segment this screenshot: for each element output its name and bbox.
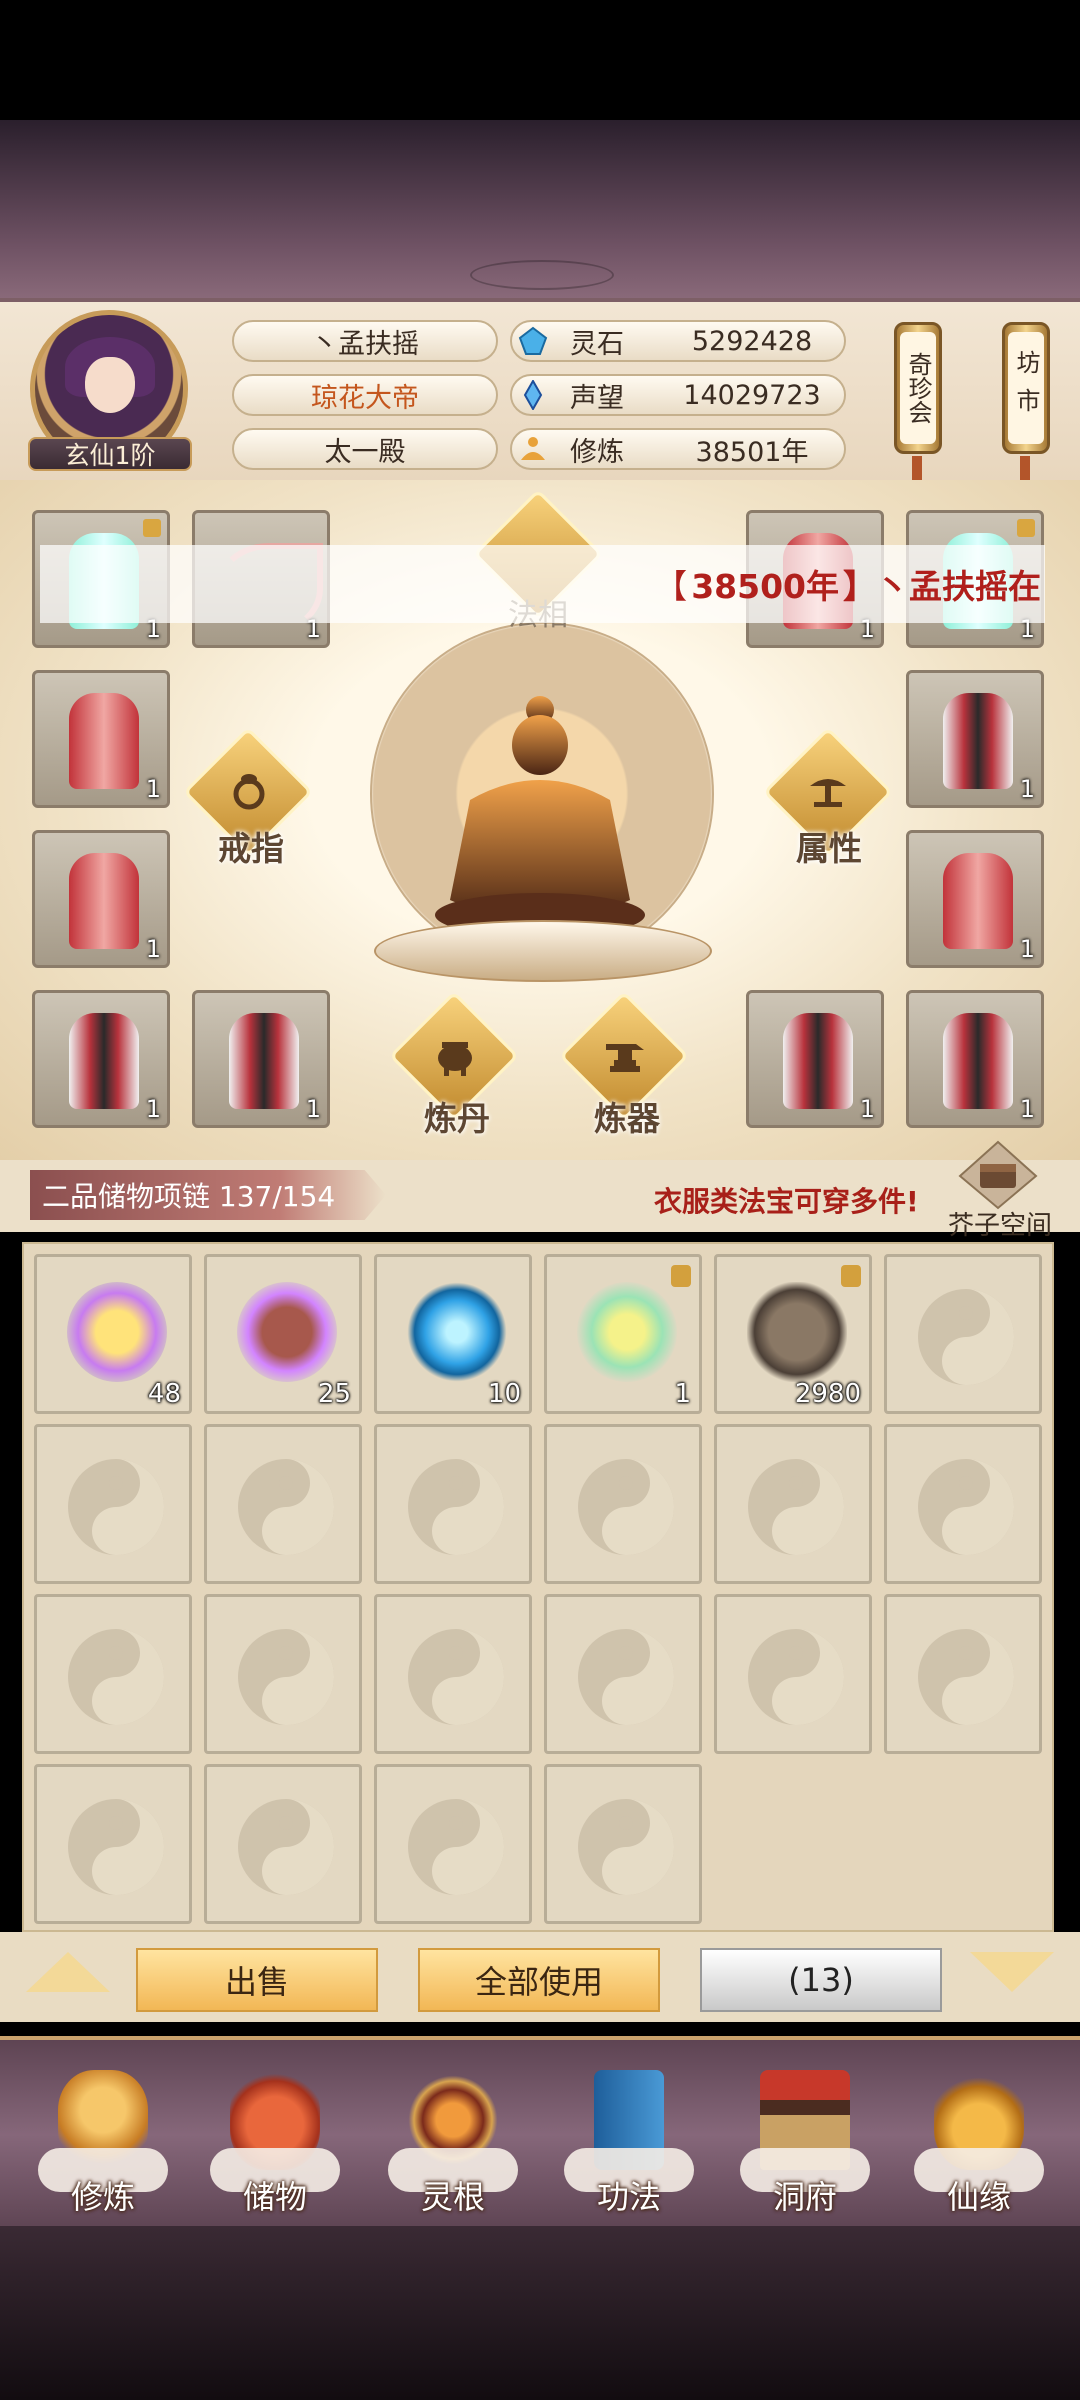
inventory-slot-empty[interactable] (884, 1254, 1042, 1414)
ring-icon (233, 774, 265, 810)
yin-yang-icon (408, 1799, 504, 1895)
yin-yang-icon (918, 1459, 1014, 1555)
equip-slot[interactable]: 1 (32, 990, 170, 1128)
inventory-slot[interactable]: 2980 (714, 1254, 872, 1414)
inventory-slot-empty[interactable] (34, 1424, 192, 1584)
inventory-slot-empty[interactable] (374, 1764, 532, 1924)
yin-yang-icon (578, 1459, 674, 1555)
inventory-slot[interactable]: 48 (34, 1254, 192, 1414)
market-button[interactable]: 坊市 (1002, 322, 1050, 454)
inventory-slot-empty[interactable] (34, 1764, 192, 1924)
equip-slot[interactable]: 1 (746, 990, 884, 1128)
yin-yang-icon (238, 1459, 334, 1555)
yin-yang-icon (408, 1459, 504, 1555)
yin-yang-icon (68, 1799, 164, 1895)
player-title[interactable]: 琼花大帝 (232, 374, 498, 416)
nav-cave-dwelling[interactable]: 洞府 (730, 2060, 880, 2220)
prestige-crystal-icon (523, 380, 543, 410)
resource-spirit-stone: 灵石 5292428 (510, 320, 846, 362)
inventory-slot-empty[interactable] (544, 1424, 702, 1584)
yin-yang-icon (578, 1799, 674, 1895)
equip-slot[interactable]: 1 (906, 990, 1044, 1128)
forge-label: 炼器 (594, 1099, 660, 1138)
nav-storage[interactable]: 储物 (200, 2060, 350, 2220)
yin-yang-icon (238, 1799, 334, 1895)
equip-slot[interactable]: 1 (192, 990, 330, 1128)
use-all-button[interactable]: 全部使用 (418, 1948, 660, 2012)
purple-orb-icon (237, 1282, 337, 1382)
inventory-slot-empty[interactable] (204, 1424, 362, 1584)
inventory-slot-empty[interactable] (714, 1594, 872, 1754)
announcement-marquee: 【 38500年 】丶孟扶摇在 (40, 545, 1045, 623)
inventory-slot-empty[interactable] (374, 1594, 532, 1754)
blue-vortex-orb-icon (407, 1282, 507, 1382)
inventory-slot-empty[interactable] (374, 1424, 532, 1584)
nav-technique[interactable]: 功法 (554, 2060, 704, 2220)
equip-slot[interactable]: 1 (906, 830, 1044, 968)
inventory-slot-empty[interactable] (204, 1594, 362, 1754)
yin-yang-icon (68, 1459, 164, 1555)
bottom-frame (0, 2226, 1080, 2400)
gold-talisman-icon (67, 1282, 167, 1382)
sell-button[interactable]: 出售 (136, 1948, 378, 2012)
player-sect: 太一殿 (232, 428, 498, 470)
attributes-icon (810, 779, 846, 807)
inventory-slot-empty[interactable] (204, 1764, 362, 1924)
scroll-up-arrow-icon[interactable] (26, 1952, 110, 1992)
inventory-slot-empty[interactable] (544, 1594, 702, 1754)
yin-yang-icon (918, 1289, 1014, 1385)
cauldron-icon (438, 1042, 472, 1076)
player-name: 丶孟扶摇 (232, 320, 498, 362)
inventory-slot-empty[interactable] (34, 1594, 192, 1754)
space-label[interactable]: 芥子空间 (948, 1205, 1052, 1242)
inventory-slot[interactable]: 1 (544, 1254, 702, 1414)
meditation-icon (521, 437, 545, 460)
ore-chunk-icon (747, 1282, 847, 1382)
anvil-icon (606, 1044, 644, 1072)
jade-gourd-icon (577, 1282, 677, 1382)
inventory-slot[interactable]: 25 (204, 1254, 362, 1414)
avatar-pedestal (374, 920, 712, 982)
inventory-slot-empty[interactable] (884, 1424, 1042, 1584)
treasure-chest-icon[interactable] (958, 1140, 1038, 1210)
bag-tip: 衣服类法宝可穿多件! (654, 1185, 919, 1218)
equip-slot[interactable]: 1 (32, 670, 170, 808)
yin-yang-icon (578, 1629, 674, 1725)
item-count-button[interactable]: (13) (700, 1948, 942, 2012)
yin-yang-icon (748, 1629, 844, 1725)
inventory-slot[interactable]: 10 (374, 1254, 532, 1414)
yin-yang-icon (748, 1459, 844, 1555)
inventory-slot-empty[interactable] (544, 1764, 702, 1924)
resource-prestige: 声望 14029723 (510, 374, 846, 416)
lock-icon (671, 1265, 691, 1287)
yin-yang-icon (238, 1629, 334, 1725)
attributes-label: 属性 (796, 829, 862, 868)
equip-slot[interactable]: 1 (906, 670, 1044, 808)
lock-icon (841, 1265, 861, 1287)
rank-badge: 玄仙1阶 (28, 437, 192, 471)
nav-fate[interactable]: 仙缘 (904, 2060, 1054, 2220)
bag-title[interactable]: 二品储物项链 137/154 (30, 1170, 386, 1220)
yin-yang-icon (918, 1629, 1014, 1725)
nav-spirit-root[interactable]: 灵根 (378, 2060, 528, 2220)
nav-cultivation[interactable]: 修炼 (28, 2060, 178, 2220)
equip-slot[interactable]: 1 (32, 830, 170, 968)
ring-label: 戒指 (218, 829, 284, 868)
yin-yang-icon (68, 1629, 164, 1725)
inventory-slot-empty[interactable] (714, 1424, 872, 1584)
resource-cultivation: 修炼 38501年 (510, 428, 846, 470)
scroll-down-arrow-icon[interactable] (970, 1952, 1054, 1992)
yin-yang-icon (408, 1629, 504, 1725)
meditating-figure-silhouette (435, 696, 645, 937)
treasure-fair-button[interactable]: 奇珍会 (894, 322, 942, 454)
top-frame (0, 120, 1080, 300)
inventory-slot-empty[interactable] (884, 1594, 1042, 1754)
alchemy-label: 炼丹 (424, 1099, 490, 1138)
spirit-stone-icon (518, 326, 548, 355)
